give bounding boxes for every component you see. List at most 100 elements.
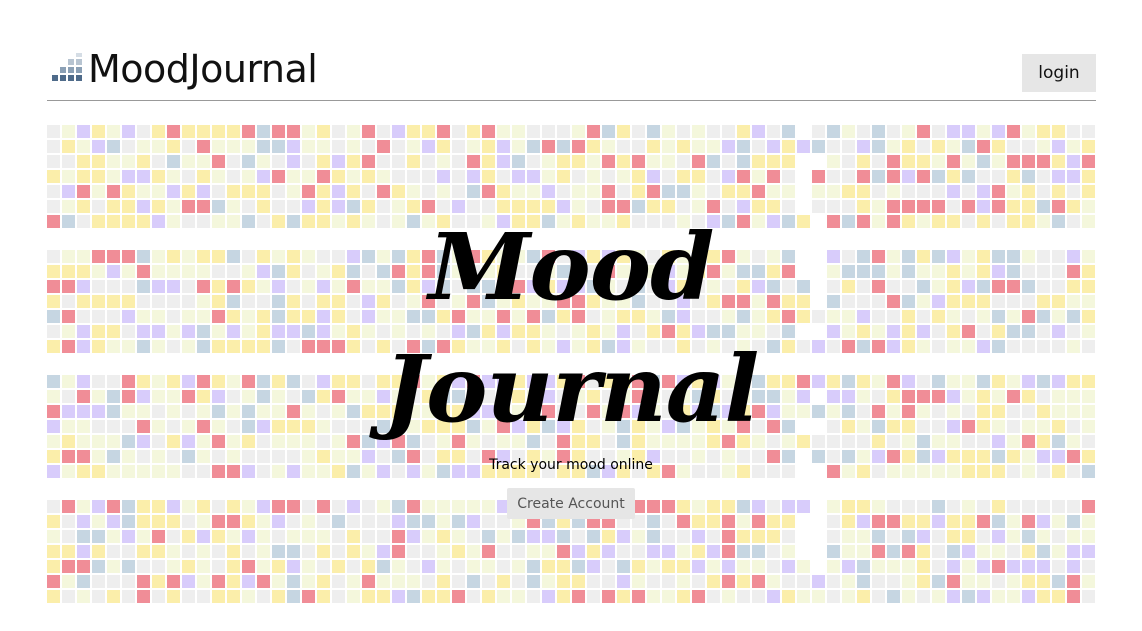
mood-cell	[452, 575, 465, 588]
app-logo[interactable]: MoodJournal	[88, 46, 318, 92]
mood-cell	[1007, 530, 1020, 543]
mood-cell	[782, 500, 795, 513]
mood-cell	[842, 575, 855, 588]
mood-cell	[212, 170, 225, 183]
mood-cell	[1007, 500, 1020, 513]
mood-cell	[467, 185, 480, 198]
mood-cell	[1022, 590, 1035, 603]
mood-cell	[617, 590, 630, 603]
mood-cell	[482, 500, 495, 513]
mood-cell	[437, 515, 450, 528]
mood-cell	[557, 125, 570, 138]
mood-cell	[512, 545, 525, 558]
mood-cell	[857, 515, 870, 528]
mood-cell	[767, 125, 780, 138]
mood-cell	[1022, 530, 1035, 543]
mood-cell	[272, 155, 285, 168]
mood-cell	[992, 575, 1005, 588]
mood-cell	[1022, 575, 1035, 588]
mood-cell	[767, 545, 780, 558]
mood-cell	[512, 575, 525, 588]
mood-cell	[197, 185, 210, 198]
mood-cell	[152, 185, 165, 198]
mood-cell	[737, 515, 750, 528]
mood-cell	[497, 575, 510, 588]
mood-cell	[392, 515, 405, 528]
mood-cell	[752, 125, 765, 138]
mood-cell	[737, 575, 750, 588]
mood-cell	[47, 155, 60, 168]
mood-cell	[77, 530, 90, 543]
mood-cell	[182, 515, 195, 528]
mood-cell	[647, 500, 660, 513]
mood-cell	[317, 155, 330, 168]
mood-cell	[602, 170, 615, 183]
mood-cell	[467, 515, 480, 528]
mood-cell	[332, 530, 345, 543]
mood-cell	[767, 170, 780, 183]
mood-cell	[377, 185, 390, 198]
mood-cell	[452, 515, 465, 528]
create-account-button[interactable]: Create Account	[507, 488, 635, 519]
login-button[interactable]: login	[1022, 54, 1096, 92]
mood-cell	[767, 155, 780, 168]
mood-cell	[572, 530, 585, 543]
mood-cell	[977, 530, 990, 543]
mood-cell	[827, 515, 840, 528]
mood-cell	[437, 545, 450, 558]
mood-cell	[992, 140, 1005, 153]
mood-cell	[797, 575, 810, 588]
mood-cell	[437, 530, 450, 543]
mood-cell	[737, 545, 750, 558]
mood-cell	[332, 140, 345, 153]
mood-cell	[242, 560, 255, 573]
mood-cell	[437, 140, 450, 153]
mood-cell	[62, 185, 75, 198]
mood-cell	[722, 185, 735, 198]
mood-cell	[317, 530, 330, 543]
mood-cell	[122, 590, 135, 603]
mood-cell	[377, 530, 390, 543]
mood-cell	[407, 155, 420, 168]
mood-cell	[302, 185, 315, 198]
mood-cell	[227, 515, 240, 528]
mood-cell	[467, 545, 480, 558]
mood-cell	[527, 530, 540, 543]
mood-cell	[167, 185, 180, 198]
mood-cell	[842, 560, 855, 573]
mood-cell	[152, 125, 165, 138]
mood-cell	[917, 500, 930, 513]
mood-cell	[227, 530, 240, 543]
mood-cell	[122, 515, 135, 528]
mood-cell	[647, 140, 660, 153]
mood-cell	[647, 515, 660, 528]
mood-cell	[962, 530, 975, 543]
mood-cell	[137, 155, 150, 168]
mood-cell	[317, 170, 330, 183]
mood-cell	[1082, 500, 1095, 513]
mood-cell	[92, 515, 105, 528]
mood-cell	[317, 545, 330, 558]
mood-cell	[947, 185, 960, 198]
mood-cell	[167, 560, 180, 573]
mood-cell	[242, 125, 255, 138]
mood-cell	[692, 530, 705, 543]
mood-cell	[947, 170, 960, 183]
mood-cell	[77, 545, 90, 558]
mood-cell	[707, 500, 720, 513]
mood-cell	[332, 560, 345, 573]
mood-cell	[272, 125, 285, 138]
mood-cell	[287, 560, 300, 573]
mood-cell	[932, 185, 945, 198]
mood-cell	[482, 140, 495, 153]
mood-cell	[377, 590, 390, 603]
mood-cell	[407, 530, 420, 543]
mood-cell	[887, 590, 900, 603]
mood-cell	[287, 590, 300, 603]
mood-cell	[182, 590, 195, 603]
mood-cell	[1082, 575, 1095, 588]
mood-cell	[1052, 155, 1065, 168]
mood-cell	[587, 155, 600, 168]
mood-cell	[1022, 500, 1035, 513]
mood-cell	[842, 185, 855, 198]
